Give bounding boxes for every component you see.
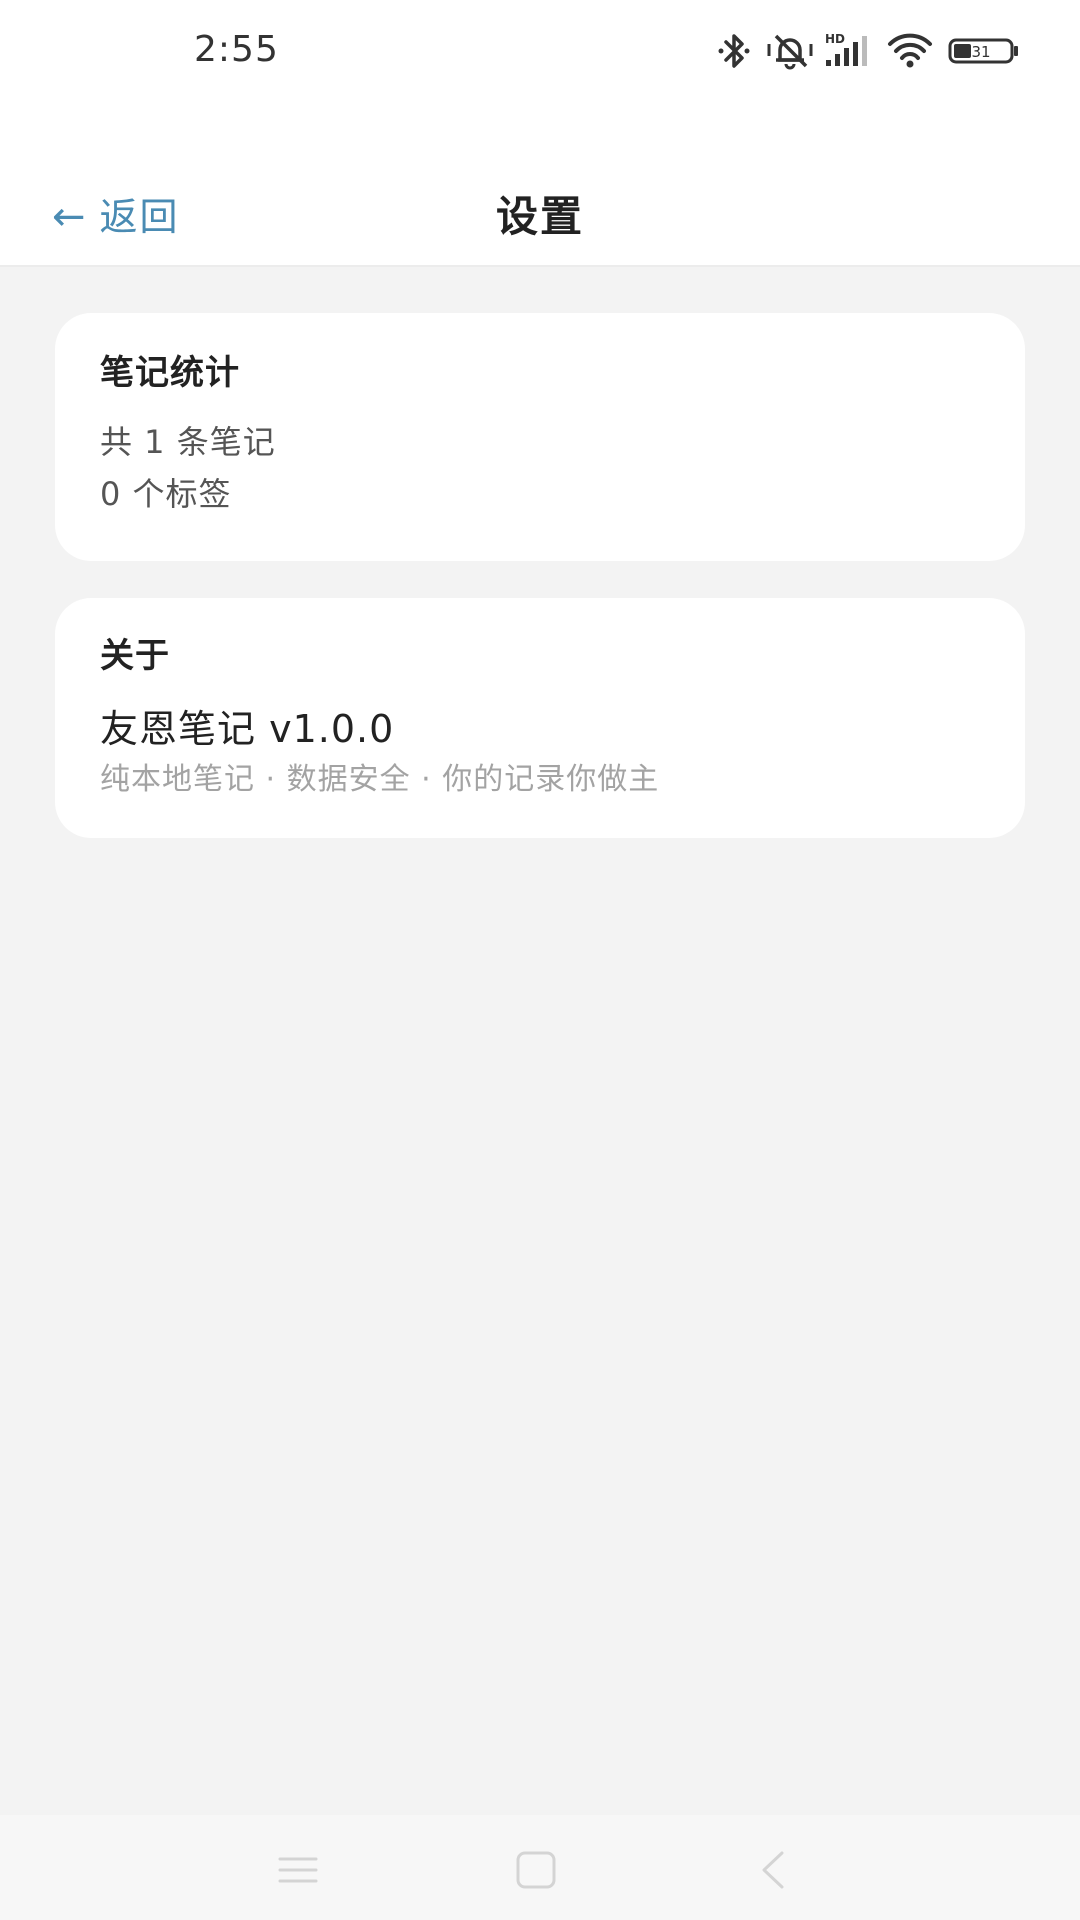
system-nav-bar [0,1815,1080,1920]
tags-count: 0 个标签 [100,475,232,513]
about-card: 关于 友恩笔记 v1.0.0 纯本地笔记 · 数据安全 · 你的记录你做主 [55,598,1025,838]
app-tagline: 纯本地笔记 · 数据安全 · 你的记录你做主 [100,762,660,797]
page-title: 设置 [495,192,584,241]
home-icon[interactable] [506,1845,566,1895]
status-bar: 2:55 HD 31 [0,0,1080,105]
status-icons: HD 31 [0,30,1080,72]
notes-count: 共 1 条笔记 [100,423,276,461]
stats-card-title: 笔记统计 [100,353,240,393]
bluetooth-icon [718,34,750,68]
signal-icon: HD [825,32,867,66]
app-header: ← 返回 设置 [0,105,1080,267]
wifi-icon [888,33,932,68]
mute-icon [767,34,813,70]
battery-icon: 31 [948,38,1018,64]
back-icon[interactable] [744,1845,804,1895]
about-card-title: 关于 [100,636,170,676]
network-label: HD [825,32,845,46]
app-name-version: 友恩笔记 v1.0.0 [100,707,395,751]
battery-level: 31 [971,43,990,61]
stats-card: 笔记统计 共 1 条笔记 0 个标签 [55,313,1025,561]
menu-icon[interactable] [268,1845,328,1895]
